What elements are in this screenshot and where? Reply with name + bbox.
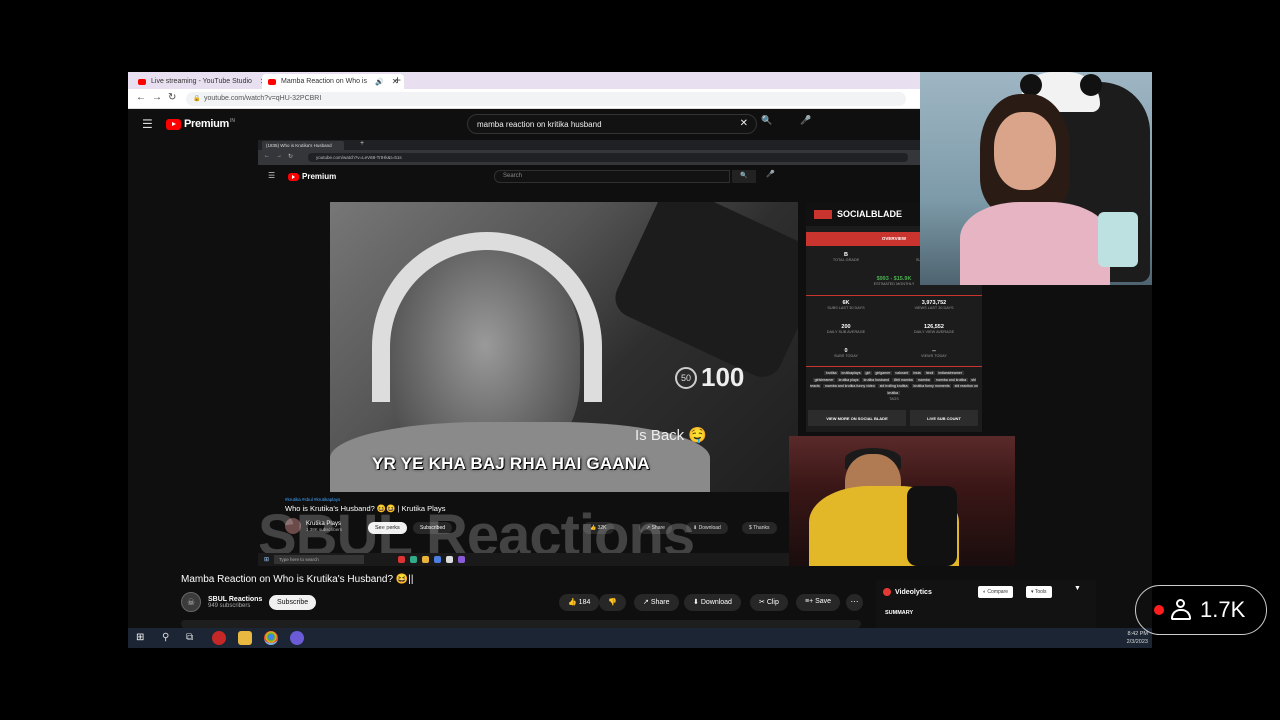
live-viewer-badge: 1.7K <box>1135 585 1267 635</box>
live-dot-icon <box>1154 605 1164 615</box>
windows-taskbar: ⊞ ⚲ ⧉ 8:42 PM 2/3/2023 <box>128 628 1152 648</box>
score-display: 50 100 <box>675 362 744 393</box>
lock-icon: 🔒 <box>193 96 201 102</box>
socialblade-logo[interactable]: SOCIALBLADE <box>814 209 902 219</box>
inner-url-field[interactable]: youtube.com/watch?v=LeV68-TrtHk&t=51s <box>308 153 908 162</box>
app-icon[interactable] <box>398 556 405 563</box>
clip-button[interactable]: ✂ Clip <box>750 594 788 611</box>
app-icon[interactable] <box>410 556 417 563</box>
socialblade-bars-icon <box>814 209 832 219</box>
tab-mamba-reaction[interactable]: Mamba Reaction on Who is 🔊 ✕ <box>262 74 405 89</box>
clear-search-icon[interactable]: ✕ <box>740 118 748 129</box>
search-icon[interactable]: ⚲ <box>162 632 169 643</box>
reload-icon[interactable]: ↻ <box>168 92 176 103</box>
share-button[interactable]: ↗ Share <box>634 594 679 611</box>
overlay-text: Is Back 🤤 <box>635 427 708 444</box>
inner-youtube-logo[interactable]: Premium <box>288 172 336 181</box>
inner-microphone-icon[interactable]: 🎤 <box>766 170 775 178</box>
inner-reload-icon[interactable]: ↻ <box>288 153 293 160</box>
inner-menu-icon[interactable]: ☰ <box>268 171 275 180</box>
chrome-icon[interactable] <box>264 631 278 645</box>
videolytics-icon <box>883 588 891 596</box>
microphone-icon[interactable]: 🎤 <box>800 115 811 126</box>
avatar[interactable]: ☠ <box>181 592 201 612</box>
person-icon <box>1170 599 1192 621</box>
browser-tab-bar: Live streaming - YouTube Studio ✕ Mamba … <box>128 72 920 89</box>
inner-back-icon[interactable]: ← <box>264 153 270 159</box>
folder-icon[interactable] <box>422 556 429 563</box>
app-icon[interactable] <box>434 556 441 563</box>
stat-viewstoday: -- VIEWS TODAY <box>921 348 947 358</box>
video-title: Mamba Reaction on Who is Krutika's Husba… <box>181 574 414 585</box>
youtube-favicon-icon <box>268 78 276 85</box>
view-more-button[interactable]: VIEW MORE ON SOCIAL BLADE <box>808 410 906 426</box>
like-button[interactable]: 👍 184 <box>559 594 600 611</box>
discord-icon[interactable] <box>290 631 304 645</box>
back-icon[interactable]: ← <box>136 92 146 103</box>
task-view-icon[interactable]: ⧉ <box>186 632 193 643</box>
download-button[interactable]: ⬇ Download <box>684 594 741 611</box>
video-player[interactable]: 50 100 Is Back 🤤 YR YE KHA BAJ RHA HAI G… <box>330 202 798 492</box>
app-icon[interactable] <box>446 556 453 563</box>
windows-start-icon[interactable]: ⊞ <box>136 632 144 643</box>
url-field[interactable]: 🔒 youtube.com/watch?v=qHU-32PCBRI <box>186 92 906 106</box>
youtube-header: ☰ Premium IN mamba reaction on kritika h… <box>128 109 920 139</box>
dislike-button[interactable]: 👎 <box>599 594 626 611</box>
windows-icon[interactable]: ⊞ <box>264 556 269 563</box>
inner-thanks-button[interactable]: $ Thanks <box>742 522 777 534</box>
search-input[interactable]: mamba reaction on kritika husband ✕ <box>467 114 757 134</box>
summary-heading: SUMMARY <box>885 610 914 616</box>
speaker-icon[interactable]: 🔊 <box>375 78 384 86</box>
videolytics-logo: Videolytics <box>883 588 932 596</box>
youtube-play-icon <box>166 118 181 130</box>
stat-subs30: 6K SUBS LAST 30 DAYS <box>827 300 865 310</box>
inner-tab[interactable]: (1835) Who is Krutika's Husband <box>262 141 344 150</box>
system-clock[interactable]: 8:42 PM 2/3/2023 <box>1127 630 1148 646</box>
tab-youtube-studio[interactable]: Live streaming - YouTube Studio ✕ <box>132 74 273 89</box>
youtube-favicon-icon <box>138 78 146 85</box>
live-sub-count-button[interactable]: LIVE SUB COUNT <box>910 410 978 426</box>
stat-views30: 3,973,752 VIEWS LAST 30 DAYS <box>914 300 954 310</box>
inner-taskbar-search[interactable]: Type here to search <box>274 555 364 564</box>
inner-search-input[interactable]: Search <box>494 170 730 183</box>
channel-name[interactable]: SBUL Reactions <box>208 596 262 603</box>
weapon-graphic <box>608 202 798 384</box>
stat-dailyview: 126,552 DAILY VIEW AVERAGE <box>913 324 955 334</box>
socialblade-tags: krutika krutikaplays girl girlgamer valorant… <box>809 371 979 401</box>
stat-grade: B TOTAL GRADE <box>832 252 860 262</box>
videolytics-panel: Videolytics ◐ Compare ▾ Tools ▼ SUMMARY <box>876 580 1096 628</box>
forward-icon[interactable]: → <box>152 92 162 103</box>
save-button[interactable]: ≡+ Save <box>796 594 841 611</box>
search-icon[interactable]: 🔍 <box>761 115 772 126</box>
address-bar: ← → ↻ 🔒 youtube.com/watch?v=qHU-32PCBRI <box>128 89 920 109</box>
headphones <box>372 232 602 402</box>
channel-info: ☠ SBUL Reactions 949 subscribers <box>181 592 262 612</box>
stat-substoday: 0 SUBS TODAY <box>833 348 859 358</box>
new-tab-button[interactable]: + <box>394 73 401 87</box>
video-subtitle: YR YE KHA BAJ RHA HAI GAANA <box>372 454 650 473</box>
chevron-down-icon[interactable]: ▼ <box>1074 585 1081 592</box>
compare-button[interactable]: ◐ Compare <box>978 586 1013 598</box>
youtube-premium-logo[interactable]: Premium IN <box>166 118 235 130</box>
youtube-play-icon <box>288 172 299 181</box>
menu-icon[interactable]: ☰ <box>142 117 153 131</box>
more-options-button[interactable]: ⋯ <box>846 594 863 611</box>
microphone-icon <box>907 486 957 566</box>
streamer-webcam <box>920 72 1152 285</box>
inner-new-tab-icon[interactable]: + <box>360 140 364 147</box>
screen-capture: Live streaming - YouTube Studio ✕ Mamba … <box>128 72 1152 648</box>
stat-dailysub: 200 DAILY SUB AVERAGE <box>826 324 866 334</box>
app-icon[interactable] <box>458 556 465 563</box>
inner-forward-icon[interactable]: → <box>276 153 282 159</box>
folder-icon[interactable] <box>238 631 252 645</box>
description-box[interactable] <box>181 620 861 628</box>
reactor-webcam <box>789 436 1015 566</box>
subscriber-count: 949 subscribers <box>208 602 251 609</box>
subscribe-button[interactable]: Subscribe <box>269 595 317 610</box>
viewer-count: 1.7K <box>1200 597 1246 622</box>
inner-search-icon[interactable]: 🔍 <box>732 170 756 183</box>
obs-icon[interactable] <box>212 631 226 645</box>
tools-button[interactable]: ▾ Tools <box>1026 586 1052 598</box>
